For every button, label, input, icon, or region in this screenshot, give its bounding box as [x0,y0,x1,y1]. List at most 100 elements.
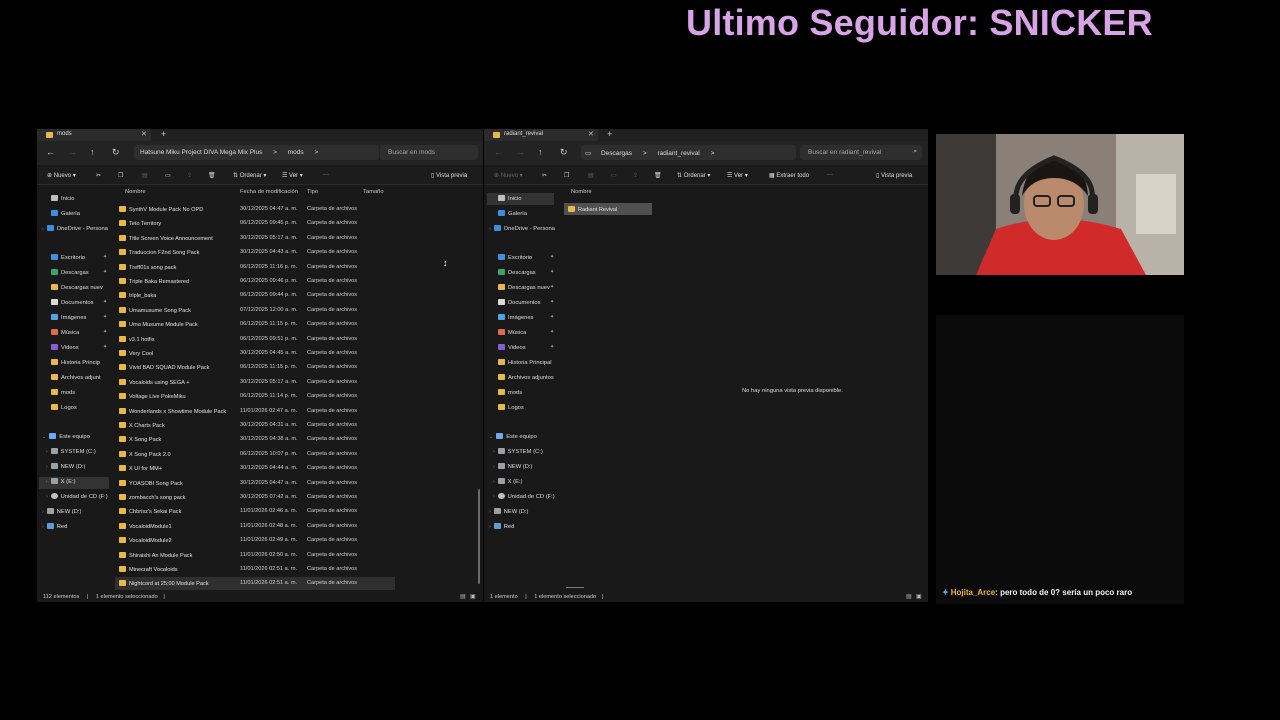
nav-item-videos[interactable]: Videos ✦ [51,344,109,356]
file-row[interactable]: Vocaloids using SEGA + 30/12/2025 05:17 a… [115,376,395,389]
nav-item-this-pc[interactable]: ⌄ Este equipo [42,433,90,445]
nav-item-drive[interactable]: › NEW (D:) [489,508,528,520]
details-view-button[interactable]: ▤ [460,593,466,600]
nav-item-drive[interactable]: › NEW (D:) [493,463,532,475]
address-bar[interactable]: ▭ Descargas > radiant_revival > [581,145,796,160]
nav-item-gallery[interactable]: Galería [498,210,527,222]
file-row[interactable]: Voltage Live PokeMiku 06/12/2025 11:14 p.… [115,390,395,403]
file-row[interactable]: VocaloidModule2 11/01/2026 02:49 a. m. Car… [115,534,395,547]
file-row[interactable]: Uma Musume Module Pack 06/12/2025 11:15 p… [115,318,395,331]
file-row[interactable]: Treff01s song pack 06/12/2025 11:16 p. m.… [115,261,395,274]
tiles-view-button[interactable]: ▣ [916,593,922,600]
nav-item-folder[interactable]: Descargas nuev [51,284,103,296]
breadcrumb-item[interactable]: Descargas [601,150,632,157]
back-button[interactable]: ← [494,147,503,157]
nav-item-documents[interactable]: Documentos ✦ [498,299,556,311]
cut-icon[interactable]: ✂ [542,172,547,179]
extract-all-button[interactable]: ▦ Extraer todo [769,172,809,179]
nav-item-gallery[interactable]: Galería [51,210,80,222]
breadcrumb-item[interactable]: Hatsune Miku Project DIVA Mega Mix Plus [140,149,262,156]
column-header-type[interactable]: Tipo [307,189,318,195]
nav-item-drive[interactable]: › X (E:) [493,478,523,490]
more-options-button[interactable]: ··· [827,172,833,178]
forward-button[interactable]: → [516,147,525,157]
file-row[interactable]: Triple Baka Remastered 06/12/2025 09:46 p… [115,275,395,288]
file-row[interactable]: Shiraishi An Module Pack 11/01/2026 02:50… [115,549,395,562]
column-header-name[interactable]: Nombre [125,189,146,195]
address-bar[interactable]: Hatsune Miku Project DIVA Mega Mix Plus … [134,145,379,160]
share-icon[interactable]: ⇪ [187,172,192,179]
nav-item-downloads[interactable]: Descargas ✦ [51,269,109,281]
nav-item-pictures[interactable]: Imágenes ✦ [51,314,109,326]
cut-icon[interactable]: ✂ [96,172,101,179]
nav-item-folder[interactable]: mods [51,389,75,401]
file-row[interactable]: Traduccion F2nd Song Pack 30/12/2025 04:4… [115,246,395,259]
preview-pane-button[interactable]: ▯ Vista previa [431,172,467,179]
paste-icon[interactable]: ▤ [588,172,594,179]
new-button[interactable]: ⊕ Nuevo ▾ [494,172,523,179]
back-button[interactable]: ← [46,147,55,157]
tab-mods[interactable]: mods ✕ [37,129,151,141]
file-row[interactable]: triple_baka 06/12/2025 09:44 p. m. Carpeta… [115,289,395,302]
breadcrumb-item[interactable]: mods [288,149,304,156]
file-row[interactable]: X UI for MM+ 30/12/2025 04:44 a. m. Carpet… [115,462,395,475]
file-row[interactable]: Radiant Revival [564,203,652,215]
column-header-name[interactable]: Nombre [571,189,592,195]
nav-item-pictures[interactable]: Imágenes ✦ [498,314,556,326]
share-icon[interactable]: ⇪ [633,172,638,179]
breadcrumb-separator[interactable]: > [711,150,715,157]
nav-item-folder[interactable]: mods [498,389,522,401]
delete-icon[interactable]: 🗑 [654,172,662,179]
nav-item-drive[interactable]: › NEW (D:) [46,463,85,475]
nav-item-downloads[interactable]: Descargas ✦ [498,269,556,281]
file-row[interactable]: zombacch's song pack 30/12/2025 07:42 a. … [115,491,395,504]
horizontal-scrollbar[interactable] [566,587,584,588]
nav-item-network[interactable]: › Red [42,523,67,535]
nav-item-desktop[interactable]: Escritorio ✦ [498,254,556,266]
details-view-button[interactable]: ▤ [906,593,912,600]
file-row[interactable]: Chbrisz's Sekai Pack 11/01/2026 02:46 a. … [115,505,395,518]
rename-icon[interactable]: ▭ [611,172,617,179]
delete-icon[interactable]: 🗑 [208,172,216,179]
search-input[interactable]: Buscar en radiant_revival ⌕ [800,145,922,160]
nav-item-folder[interactable]: Archivos adjunt [51,374,101,386]
tiles-view-button[interactable]: ▣ [470,593,476,600]
close-tab-icon[interactable]: ✕ [588,130,594,138]
preview-pane-button[interactable]: ▯ Vista previa [876,172,912,179]
nav-item-drive[interactable]: › SYSTEM (C:) [46,448,96,460]
file-row[interactable]: Title Screen Voice Announcement 30/12/202… [115,232,395,245]
refresh-button[interactable]: ↻ [560,147,568,158]
column-header-size[interactable]: Tamaño [363,189,384,195]
nav-item-folder[interactable]: Logos [51,404,77,416]
file-row[interactable]: YOASOBI Song Pack 30/12/2025 04:47 a. m. C… [115,477,395,490]
file-row[interactable]: X Song Pack 30/12/2025 04:38 a. m. Carpeta… [115,433,395,446]
refresh-button[interactable]: ↻ [112,147,120,158]
nav-item-drive[interactable]: › NEW (D:) [42,508,81,520]
nav-item-folder[interactable]: Logos [498,404,524,416]
view-button[interactable]: ☰ Ver ▾ [282,172,303,179]
nav-item-home[interactable]: Inicio [51,195,75,207]
copy-icon[interactable]: ❐ [564,172,569,179]
file-row[interactable]: Vivid BAD SQUAD Module Pack 06/12/2025 11… [115,361,395,374]
file-row[interactable]: VocaloidModule1 11/01/2026 02:48 a. m. Car… [115,520,395,533]
file-row[interactable]: X Charts Pack 30/12/2025 04:31 a. m. Carpe… [115,419,395,432]
file-row[interactable]: Teto Territory 06/12/2025 09:45 p. m. Carp… [115,217,395,230]
nav-item-folder[interactable]: Descargas nuev ✦ [498,284,556,296]
column-header-date[interactable]: Fecha de modificación [240,189,298,195]
nav-item-documents[interactable]: Documentos ✦ [51,299,109,311]
search-input[interactable]: Buscar en mods [380,145,478,160]
file-row[interactable]: Very Cool 30/12/2025 04:45 a. m. Carpeta d… [115,347,395,360]
nav-item-desktop[interactable]: Escritorio ✦ [51,254,109,266]
nav-item-folder[interactable]: Historia Princip [51,359,100,371]
file-row[interactable]: X Song Pack 2.0 06/12/2025 10:07 p. m. Car… [115,448,395,461]
sort-button[interactable]: ⇅ Ordenar ▾ [677,172,710,179]
file-row[interactable]: Minecraft Vocaloids 11/01/2026 02:51 a. m… [115,563,395,576]
file-row[interactable]: Wonderlands x Showtime Module Pack 11/01/… [115,405,395,418]
file-row[interactable]: v3.1 hotfix 06/12/2025 09:51 p. m. Carpeta… [115,333,395,346]
new-button[interactable]: ⊕ Nuevo ▾ [47,172,76,179]
nav-item-this-pc[interactable]: ⌄ Este equipo [489,433,537,445]
new-tab-button[interactable]: + [161,129,166,139]
copy-icon[interactable]: ❐ [118,172,123,179]
nav-item-folder[interactable]: Historia Principal [498,359,552,371]
paste-icon[interactable]: ▤ [142,172,148,179]
